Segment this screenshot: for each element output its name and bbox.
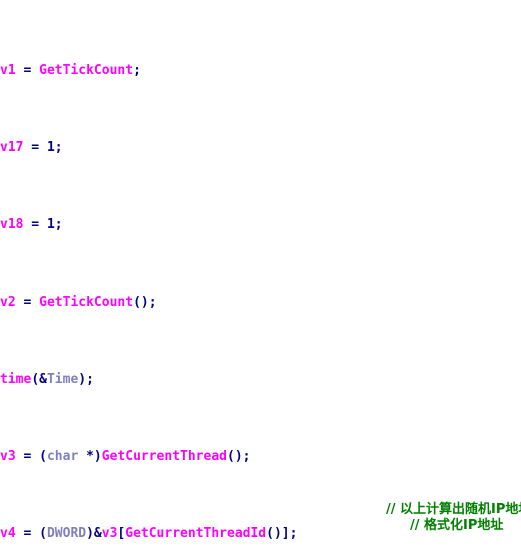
- token-api-call[interactable]: GetTickCount: [39, 63, 133, 78]
- token-punctuation: ;: [133, 62, 141, 78]
- token-punctuation: ();: [227, 449, 251, 465]
- token-variable[interactable]: v4: [0, 526, 16, 541]
- token-punctuation: (&: [31, 371, 47, 387]
- token-variable[interactable]: v3: [102, 526, 118, 541]
- token-punctuation: ;: [54, 217, 63, 233]
- token-operator: =: [23, 140, 47, 156]
- token-operator: = (: [15, 526, 47, 542]
- token-punctuation: *): [78, 449, 102, 465]
- code-line[interactable]: v2 = GetTickCount();: [0, 295, 521, 310]
- token-number: 1: [46, 140, 55, 156]
- token-api-call[interactable]: GetTickCount: [39, 295, 133, 310]
- code-line[interactable]: v17 = 1;: [0, 140, 521, 155]
- token-variable[interactable]: v18: [0, 217, 23, 232]
- token-variable[interactable]: v17: [0, 140, 23, 155]
- token-type: char: [46, 449, 79, 465]
- token-operator: =: [23, 217, 47, 233]
- code-line[interactable]: v18 = 1;: [0, 217, 521, 232]
- comment-random-ip[interactable]: // 以上计算出随机IP地址: [386, 502, 521, 517]
- token-api-call[interactable]: GetCurrentThreadId: [125, 526, 266, 541]
- token-operator: =: [15, 294, 40, 310]
- token-punctuation: )&: [86, 526, 102, 542]
- token-punctuation: ()];: [266, 526, 298, 542]
- token-type: DWORD: [46, 526, 87, 542]
- token-variable[interactable]: v3: [0, 449, 16, 464]
- token-punctuation: );: [78, 371, 94, 387]
- comment-format-ip[interactable]: // 格式化IP地址: [410, 518, 503, 533]
- code-line[interactable]: v3 = (char *)GetCurrentThread();: [0, 449, 521, 464]
- code-line[interactable]: v1 = GetTickCount;: [0, 63, 521, 78]
- token-operator: = (: [15, 449, 47, 465]
- token-operator: =: [15, 62, 40, 78]
- token-api-call[interactable]: GetCurrentThread: [102, 449, 227, 464]
- token-variable[interactable]: Time: [47, 372, 78, 387]
- token-punctuation: ();: [133, 294, 157, 310]
- code-line[interactable]: time(&Time);: [0, 372, 521, 387]
- token-number: 1: [46, 217, 55, 233]
- token-variable[interactable]: v1: [0, 63, 16, 78]
- token-api-call[interactable]: time: [0, 372, 31, 387]
- token-variable[interactable]: v2: [0, 295, 16, 310]
- pseudocode-view[interactable]: v1 = GetTickCount; v17 = 1; v18 = 1; v2 …: [0, 0, 521, 549]
- token-punctuation: ;: [54, 140, 63, 156]
